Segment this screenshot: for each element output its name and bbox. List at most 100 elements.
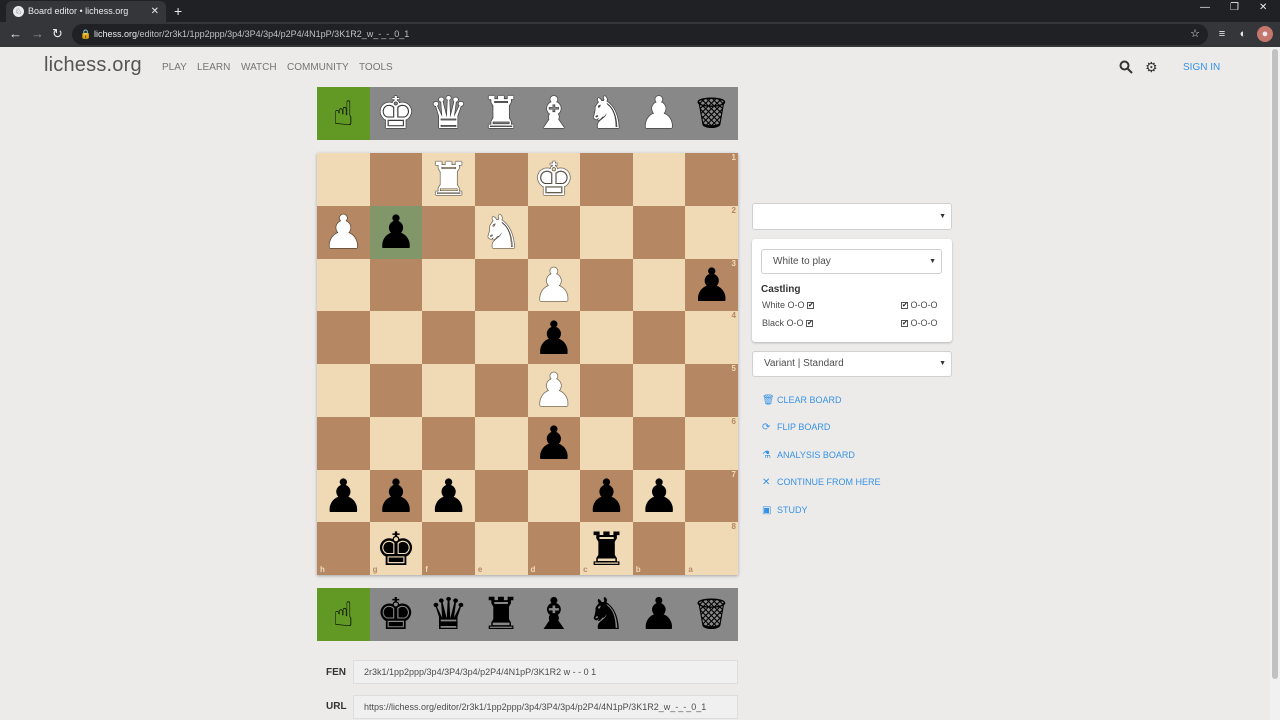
nav-watch[interactable]: WATCH (241, 62, 277, 73)
spare-white-pawn[interactable]: ♟ (633, 87, 686, 140)
square-f6[interactable] (422, 416, 475, 470)
white-ooo-checkbox[interactable]: ✔ (901, 302, 908, 310)
clear-board-button[interactable]: 🗑 CLEAR BOARD (762, 395, 842, 406)
square-d6[interactable]: ♟ (527, 416, 581, 470)
square-b3[interactable] (632, 258, 686, 312)
analysis-board-button[interactable]: ⚗ ANALYSIS BOARD (762, 450, 855, 461)
browser-tab[interactable]: ♘ Board editor • lichess.org ✕ (6, 1, 166, 22)
square-e7[interactable] (474, 469, 528, 523)
pointer-tool-bottom[interactable]: ☝ (317, 588, 370, 641)
square-d7[interactable] (527, 469, 581, 523)
back-icon[interactable]: ← (9, 25, 22, 43)
square-d4[interactable]: ♟ (527, 311, 581, 364)
square-f5[interactable] (422, 364, 475, 417)
spare-white-rook[interactable]: ♜ (475, 87, 528, 140)
minimize-icon[interactable]: — (1200, 2, 1210, 13)
square-c3[interactable] (580, 258, 633, 312)
square-g7[interactable]: ♟ (369, 469, 423, 523)
square-h7[interactable]: ♟ (317, 469, 370, 523)
square-d5[interactable]: ♟ (527, 364, 581, 417)
spare-white-queen[interactable]: ♛ (422, 87, 475, 140)
white-king-piece[interactable]: ♚ (533, 156, 574, 202)
spare-white-knight[interactable]: ♞ (580, 87, 633, 140)
url-input-field[interactable]: https://lichess.org/editor/2r3k1/1pp2ppp… (353, 695, 738, 719)
black-ooo-checkbox[interactable]: ✔ (901, 320, 908, 328)
square-e8[interactable]: e (474, 522, 528, 575)
square-f4[interactable] (422, 311, 475, 364)
close-tab-icon[interactable]: ✕ (151, 1, 159, 22)
square-a1[interactable]: 1 (685, 153, 738, 206)
spare-black-knight[interactable]: ♞ (580, 588, 633, 641)
square-c8[interactable]: ♜ c (580, 522, 633, 575)
fen-input[interactable]: 2r3k1/1pp2ppp/3p4/3P4/3p4/p2P4/4N1pP/3K1… (353, 660, 738, 684)
square-b1[interactable] (632, 153, 686, 206)
url-input[interactable]: 🔒 lichess.org/editor/2r3k1/1pp2ppp/3p4/3… (72, 24, 1208, 45)
trash-tool[interactable]: 🗑 (685, 87, 738, 140)
square-b8[interactable]: b (632, 522, 686, 575)
square-e3[interactable] (474, 258, 528, 312)
nav-community[interactable]: COMMUNITY (287, 62, 349, 73)
square-f7[interactable]: ♟ (422, 469, 475, 523)
spare-black-queen[interactable]: ♛ (422, 588, 475, 641)
square-a5[interactable]: 5 (685, 364, 738, 417)
square-g8[interactable]: ♚ g (369, 522, 423, 575)
square-g2[interactable]: ♟ (369, 205, 423, 259)
restore-icon[interactable]: ❐ (1230, 2, 1239, 13)
square-b6[interactable] (632, 416, 686, 470)
square-c2[interactable] (580, 205, 633, 259)
extension-icon[interactable]: ◐ (1235, 26, 1251, 42)
black-pawn-piece[interactable]: ♟ (428, 473, 469, 519)
black-pawn-piece[interactable]: ♟ (586, 473, 627, 519)
black-pawn-piece[interactable]: ♟ (533, 315, 574, 361)
window-close-icon[interactable]: ✕ (1259, 2, 1267, 13)
square-a7[interactable]: 7 (685, 469, 738, 523)
turn-select[interactable]: White to play ▼ (761, 249, 942, 274)
forward-icon[interactable]: → (31, 25, 44, 43)
square-e2[interactable]: ♞ (474, 205, 528, 259)
square-e1[interactable] (474, 153, 528, 206)
square-b5[interactable] (632, 364, 686, 417)
nav-tools[interactable]: TOOLS (359, 62, 393, 73)
square-d8[interactable]: d (527, 522, 581, 575)
square-e5[interactable] (474, 364, 528, 417)
spare-black-bishop[interactable]: ♝ (527, 588, 580, 641)
square-h3[interactable] (317, 258, 370, 312)
new-tab-icon[interactable]: + (174, 1, 182, 21)
white-oo-checkbox[interactable]: ✔ (807, 302, 815, 310)
page-scrollbar[interactable] (1270, 47, 1280, 720)
variant-select[interactable]: Variant | Standard ▼ (752, 351, 952, 377)
sign-in-link[interactable]: SIGN IN (1183, 62, 1220, 73)
square-a8[interactable]: 8a (685, 522, 738, 575)
site-logo[interactable]: lichess.org (44, 54, 142, 77)
reading-list-icon[interactable]: ≡ (1214, 26, 1230, 42)
square-e6[interactable] (474, 416, 528, 470)
spare-white-bishop[interactable]: ♝ (527, 87, 580, 140)
square-d1[interactable]: ♚ (527, 153, 581, 206)
scrollbar-thumb[interactable] (1272, 49, 1278, 679)
square-h8[interactable]: h (317, 522, 370, 575)
square-h4[interactable] (317, 311, 370, 364)
square-d3[interactable]: ♟ (527, 258, 581, 312)
position-select[interactable]: ▼ (752, 203, 952, 230)
settings-gear-icon[interactable]: ⚙ (1145, 59, 1158, 76)
square-c7[interactable]: ♟ (580, 469, 633, 523)
black-king-piece[interactable]: ♚ (375, 526, 416, 572)
square-f8[interactable]: f (422, 522, 475, 575)
square-g4[interactable] (369, 311, 423, 364)
square-g5[interactable] (369, 364, 423, 417)
square-g1[interactable] (369, 153, 423, 206)
spare-black-pawn[interactable]: ♟ (633, 588, 686, 641)
square-c5[interactable] (580, 364, 633, 417)
continue-from-here-button[interactable]: ✕ CONTINUE FROM HERE (762, 477, 881, 488)
flip-board-button[interactable]: ⟳ FLIP BOARD (762, 422, 830, 433)
bookmark-star-icon[interactable]: ☆ (1190, 24, 1200, 45)
white-pawn-piece[interactable]: ♟ (533, 367, 574, 413)
square-a6[interactable]: 6 (685, 416, 738, 470)
trash-tool-bottom[interactable]: 🗑 (685, 588, 738, 641)
square-c6[interactable] (580, 416, 633, 470)
square-f3[interactable] (422, 258, 475, 312)
chess-board[interactable]: ♜ ♚ 1 ♟ ♟ ♞ 2 ♟ ♟ 3 ♟ 4 ♟ 5 ♟ 6 ♟ ♟ ♟ ♟ ♟ 7 h ♚ g f e d ♜ c b 8 a (317, 153, 738, 575)
search-icon[interactable] (1119, 60, 1133, 77)
spare-black-king[interactable]: ♚ (370, 588, 423, 641)
profile-avatar-icon[interactable]: ● (1257, 26, 1273, 42)
